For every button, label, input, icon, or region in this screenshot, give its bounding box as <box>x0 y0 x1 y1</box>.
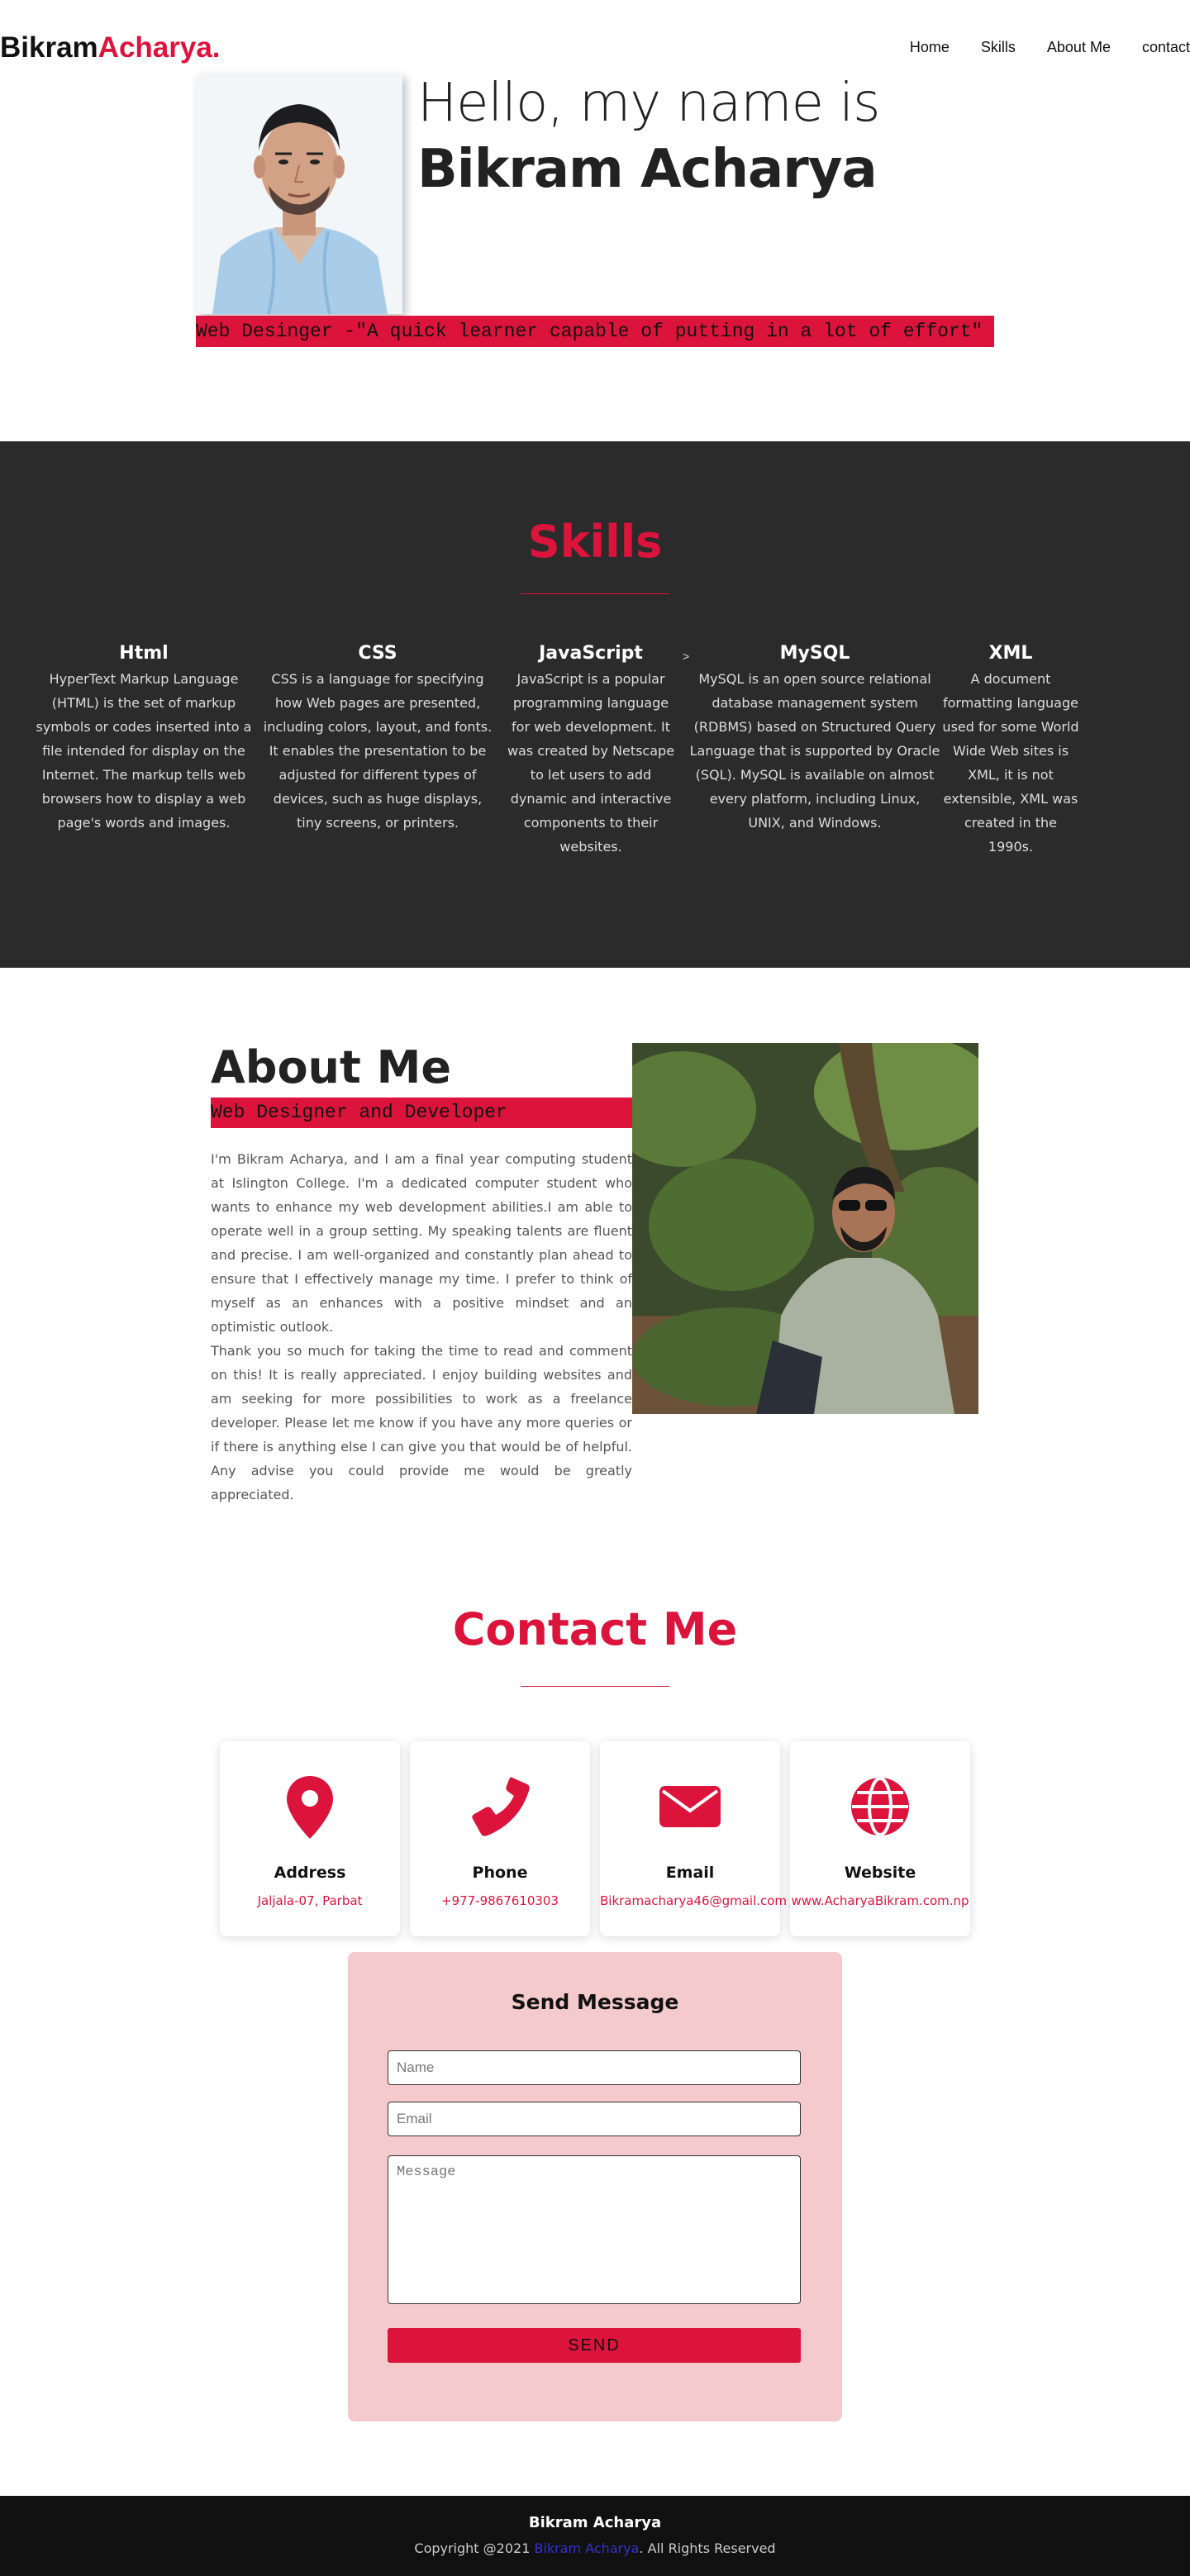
copyright-prefix: Copyright @2021 <box>414 2540 535 2556</box>
about-paragraph-2: Thank you so much for taking the time to… <box>211 1343 632 1502</box>
about-heading: About Me <box>211 1041 451 1093</box>
contact-heading: Contact Me <box>452 1603 738 1655</box>
contact-card-value: Jaljala-07, Parbat <box>257 1893 363 1908</box>
skills-heading: Skills <box>527 516 663 568</box>
contact-card-label: Website <box>844 1864 916 1882</box>
nav-link-skills[interactable]: Skills <box>981 39 1016 56</box>
about-subtitle: Web Designer and Developer <box>211 1098 632 1128</box>
phone-icon <box>410 1776 590 1842</box>
skill-title: CSS <box>358 643 397 664</box>
contact-card-website: Website www.AcharyaBikram.com.np <box>790 1741 970 1936</box>
contact-card-email: Email Bikramacharya46@gmail.com <box>600 1741 787 1936</box>
nav-link-about[interactable]: About Me <box>1047 39 1111 56</box>
about-text: I'm Bikram Acharya, and I am a final yea… <box>211 1147 632 1507</box>
skill-title: JavaScript <box>539 643 643 664</box>
contact-card-label: Phone <box>472 1864 528 1882</box>
name-input[interactable] <box>388 2050 801 2085</box>
skill-card-javascript: JavaScript JavaScript is a popular progr… <box>504 643 678 859</box>
send-message-form: Send Message SEND <box>348 1952 842 2421</box>
skill-card-css: CSS CSS is a language for specifying how… <box>263 643 493 835</box>
nav-links: Home Skills About Me contact <box>878 39 1190 56</box>
message-textarea[interactable] <box>388 2155 801 2304</box>
contact-card-address: Address Jaljala-07, Parbat <box>220 1741 400 1936</box>
footer: Bikram Acharya Copyright @2021 Bikram Ac… <box>0 2496 1190 2576</box>
skills-divider <box>521 593 669 594</box>
about-photo <box>632 1043 978 1414</box>
contact-divider <box>521 1686 669 1687</box>
copyright-link[interactable]: Bikram Acharya <box>534 2540 639 2556</box>
about-paragraph-1: I'm Bikram Acharya, and I am a final yea… <box>211 1151 632 1335</box>
contact-card-phone: Phone +977-9867610303 <box>410 1741 590 1936</box>
skill-title: XML <box>988 643 1033 664</box>
skill-card-xml: XML A document formatting language used … <box>940 643 1081 859</box>
skill-description: A document formatting language used for … <box>942 671 1079 855</box>
copyright-suffix: . All Rights Reserved <box>639 2540 776 2556</box>
hero-name: Bikram Acharya <box>417 139 878 200</box>
contact-card-value[interactable]: Bikramacharya46@gmail.com <box>600 1893 787 1908</box>
hero-tagline: Web Desinger -"A quick learner capable o… <box>196 316 994 347</box>
skill-title: MySQL <box>779 643 850 664</box>
contact-card-label: Email <box>665 1864 715 1882</box>
nav-link-home[interactable]: Home <box>910 39 950 56</box>
send-button[interactable]: SEND <box>388 2328 801 2363</box>
contact-card-value[interactable]: www.AcharyaBikram.com.np <box>790 1893 970 1908</box>
contact-card-label: Address <box>274 1864 346 1882</box>
site-logo[interactable]: BikramAcharya. <box>0 31 221 64</box>
skill-description: JavaScript is a popular programming lang… <box>507 671 675 855</box>
profile-photo <box>196 74 402 314</box>
skill-card-mysql: MySQL MySQL is an open source relational… <box>689 643 940 835</box>
footer-copyright: Copyright @2021 Bikram Acharya. All Righ… <box>0 2540 1190 2556</box>
contact-card-value: +977-9867610303 <box>440 1893 559 1908</box>
skill-arrow-icon[interactable]: > <box>683 650 689 663</box>
logo-last-name: Acharya. <box>98 31 221 64</box>
form-title: Send Message <box>511 1990 679 2014</box>
globe-icon <box>790 1776 970 1842</box>
nav-link-contact[interactable]: contact <box>1142 39 1190 56</box>
logo-first-name: Bikram <box>0 31 98 64</box>
skills-section: Skills Html HyperText Markup Language (H… <box>0 441 1190 968</box>
skill-card-html: Html HyperText Markup Language (HTML) is… <box>30 643 258 835</box>
skill-description: MySQL is an open source relational datab… <box>689 671 940 831</box>
envelope-icon <box>600 1776 780 1842</box>
map-pin-icon <box>220 1776 400 1842</box>
footer-name: Bikram Acharya <box>528 2514 662 2531</box>
skill-description: HyperText Markup Language (HTML) is the … <box>36 671 252 831</box>
hero-greeting: Hello, my name is <box>417 73 880 134</box>
email-input[interactable] <box>388 2102 801 2136</box>
skill-description: CSS is a language for specifying how Web… <box>263 671 493 831</box>
skill-title: Html <box>119 643 169 664</box>
